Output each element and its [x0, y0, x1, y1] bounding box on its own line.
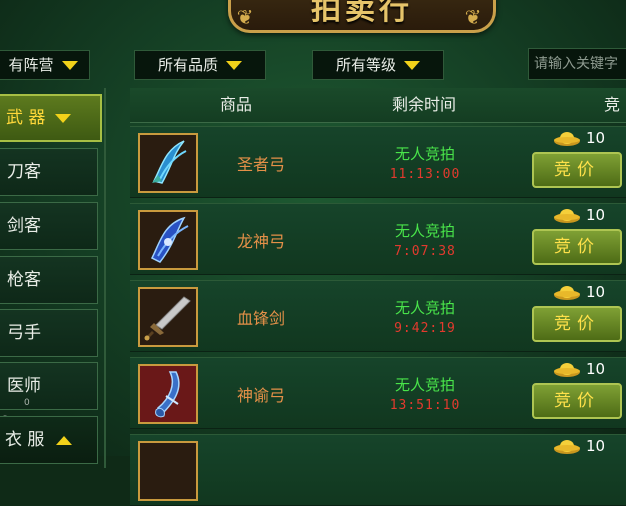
bid-button[interactable]: 竞价: [532, 306, 622, 342]
dropdown-arrow-icon: [226, 60, 242, 70]
sidebar-category-label: 武 器: [6, 108, 46, 128]
column-header-item: 商品: [220, 95, 253, 114]
table-row[interactable]: 圣者弓 无人竞拍 11:13:00 10 竞价: [130, 126, 626, 198]
bid-status: 无人竞拍: [394, 299, 455, 317]
bid-price: 10: [586, 360, 606, 378]
bid-button[interactable]: 竞价: [532, 383, 622, 419]
time-remaining: 13:51:10: [389, 398, 461, 413]
faction-filter-label: 有阵营: [8, 56, 54, 74]
sidebar-category-clothes[interactable]: 衣 服: [0, 416, 98, 464]
gold-ingot-icon: [554, 132, 580, 146]
sidebar-item-healer[interactable]: 医师: [0, 362, 98, 410]
time-remaining: 9:42:19: [394, 321, 456, 336]
level-filter-label: 所有等级: [335, 56, 396, 74]
item-name: 圣者弓: [236, 155, 285, 174]
bid-status: 无人竞拍: [394, 145, 455, 163]
ornament-icon: ❦: [464, 5, 482, 29]
bid-price: 10: [586, 437, 606, 455]
time-remaining: 11:13:00: [389, 167, 461, 182]
sidebar-category-weapons[interactable]: 武 器: [0, 94, 102, 142]
sidebar-category-label: 衣 服: [5, 430, 45, 450]
bow-icon: [138, 210, 198, 270]
gold-ingot-icon: [554, 209, 580, 223]
ornament-icon: ❦: [236, 5, 254, 29]
gold-ingot-icon: [554, 440, 580, 454]
bid-status: 无人竞拍: [394, 376, 455, 394]
sidebar-item-swordsman[interactable]: 剑客: [0, 202, 98, 250]
dropdown-arrow-icon: [61, 60, 78, 70]
table-row[interactable]: 血锋剑 无人竞拍 9:42:19 10 竞价: [130, 280, 626, 352]
page-title: 拍卖行: [311, 0, 413, 27]
bid-price: 10: [586, 283, 606, 301]
dropdown-arrow-icon: [404, 60, 420, 70]
bid-button[interactable]: 竞价: [532, 152, 622, 188]
collapse-arrow-icon: [56, 435, 73, 445]
item-thumbnail: [138, 441, 198, 501]
search-input[interactable]: 请输入关键字: [528, 48, 626, 80]
sidebar-item-archer[interactable]: 弓手: [0, 309, 98, 357]
faction-filter[interactable]: 有阵营: [0, 50, 90, 80]
expand-arrow-icon: [55, 113, 72, 123]
time-remaining: 7:07:38: [394, 244, 456, 259]
gold-ingot-icon: [554, 286, 580, 300]
item-name: 血锋剑: [236, 309, 285, 328]
gold-ingot-icon: [554, 363, 580, 377]
column-header-time: 剩余时间: [392, 95, 457, 114]
item-name: 龙神弓: [236, 232, 285, 251]
quality-filter-label: 所有品质: [157, 56, 218, 74]
item-name: 神谕弓: [236, 386, 285, 405]
sidebar-item-spearman[interactable]: 枪客: [0, 256, 98, 304]
table-header: 商品 剩余时间 竞: [130, 88, 626, 123]
table-row[interactable]: 龙神弓 无人竞拍 7:07:38 10 竞价: [130, 203, 626, 275]
sword-icon: [138, 287, 198, 347]
table-row[interactable]: 10: [130, 434, 626, 506]
level-filter[interactable]: 所有等级: [312, 50, 444, 80]
small-mark: 0: [24, 398, 30, 408]
bow-icon: [138, 364, 198, 424]
bid-status: 无人竞拍: [394, 222, 455, 240]
table-row[interactable]: 神谕弓 无人竞拍 13:51:10 10 竞价: [130, 357, 626, 429]
bow-icon: [138, 133, 198, 193]
title-banner: 拍卖行: [228, 0, 496, 33]
column-header-bid: 竞: [604, 95, 621, 114]
bid-button[interactable]: 竞价: [532, 229, 622, 265]
bid-price: 10: [586, 129, 606, 147]
quality-filter[interactable]: 所有品质: [134, 50, 266, 80]
bid-price: 10: [586, 206, 606, 224]
sidebar-item-blademaster[interactable]: 刀客: [0, 148, 98, 196]
